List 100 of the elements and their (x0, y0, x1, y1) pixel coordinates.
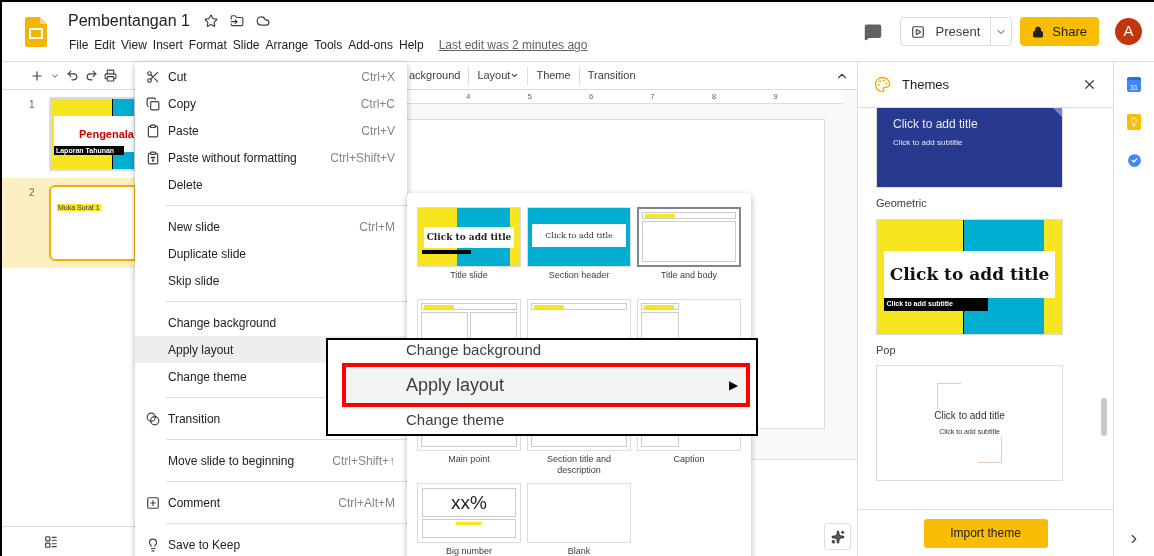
ruler-number: 6 (588, 90, 594, 103)
grid-view-icon[interactable] (44, 534, 58, 549)
cloud-icon[interactable] (255, 14, 270, 28)
copy-icon (146, 96, 160, 111)
toolbar-button[interactable]: ackground (409, 67, 461, 84)
layout-label: Section title and description (545, 454, 612, 476)
corner-bracket (978, 437, 1002, 463)
shortcut: Ctrl+Alt+M (338, 494, 395, 512)
clipboard-icon (146, 123, 160, 138)
menu-item[interactable]: Paste without formatting Ctrl+Shift+V (135, 144, 407, 171)
callout-menu-text: Change background (405, 341, 543, 359)
menu-bar-item[interactable]: Format (185, 36, 230, 54)
layout-option[interactable]: Click to add title (417, 207, 521, 267)
layout-label: Title and body (659, 270, 719, 281)
lock-icon (1032, 25, 1045, 38)
menu-bar-item[interactable]: Arrange (262, 36, 312, 54)
redo-icon[interactable] (85, 69, 98, 82)
ruler-number: 4 (466, 90, 471, 103)
tasks-icon[interactable] (1125, 152, 1143, 169)
sparkle-icon (830, 529, 845, 544)
menu-item[interactable]: Duplicate slide (135, 240, 407, 267)
layout-title: Click to add title (545, 229, 613, 242)
menu-item[interactable]: Save to Keep (135, 531, 407, 556)
ruler-number: 8 (711, 90, 717, 103)
menu-item[interactable]: Change background (135, 309, 407, 336)
menu-item[interactable]: Move slide to beginning Ctrl+Shift+↑ (135, 447, 407, 474)
shortcut: Ctrl+V (361, 122, 395, 140)
themes-title: Themes (902, 75, 949, 94)
menu-bar-item[interactable]: Insert (149, 36, 186, 54)
comment-icon[interactable] (864, 22, 883, 41)
comment-plus-icon (146, 495, 160, 510)
menu-bar-item[interactable]: View (118, 36, 150, 54)
layout-label: Section header (547, 270, 611, 281)
menu-item[interactable]: Transition (135, 405, 407, 432)
slide-title: Pengenala (78, 126, 134, 142)
menu-item[interactable]: Cut Ctrl+X (135, 63, 407, 90)
toolbar-button[interactable]: Transition (587, 67, 636, 84)
star-icon[interactable] (203, 14, 218, 28)
theme-title: Click to add title (889, 263, 1050, 286)
undo-icon[interactable] (66, 69, 79, 82)
menu-bar-item[interactable]: Help (395, 36, 427, 54)
ruler-number: 9 (773, 90, 778, 103)
last-edit-link[interactable]: Last edit was 2 minutes ago (438, 36, 588, 54)
share-button[interactable]: Share (1020, 17, 1099, 46)
theme-title: Click to add title (893, 116, 979, 133)
layout-label: Main point (447, 454, 491, 465)
avatar[interactable]: A (1115, 18, 1142, 45)
corner-bracket (937, 383, 961, 409)
menu-bar-item[interactable]: Add-ons (345, 36, 396, 54)
menu-item[interactable]: New slide Ctrl+M (135, 213, 407, 240)
ruler-number: 7 (650, 90, 655, 103)
layout-option[interactable]: Click to add title (527, 207, 631, 267)
scissors-icon (146, 69, 160, 84)
print-icon[interactable] (104, 69, 117, 82)
submenu-arrow: ▶ (729, 377, 738, 394)
theme-title: Click to add title (934, 409, 1005, 424)
add-icon[interactable] (30, 68, 44, 83)
document-title[interactable]: Pembentangan 1 (68, 9, 190, 33)
menu-item[interactable]: Paste Ctrl+V (135, 117, 407, 144)
shortcut: Ctrl+C (360, 95, 395, 113)
shortcut: Ctrl+Shift+↑ (332, 452, 395, 470)
shortcut: Ctrl+M (359, 218, 395, 236)
lightbulb-icon (146, 537, 160, 552)
theme-subtitle: Click to add subtitle (893, 137, 964, 149)
slides-logo-icon (25, 16, 47, 47)
layout-label: Blank (566, 546, 592, 556)
menu-item[interactable]: Skip slide (135, 267, 407, 294)
import-theme-button[interactable]: Import theme (923, 518, 1048, 548)
clipboard-text-icon (146, 150, 160, 165)
shortcut: Ctrl+Shift+V (330, 149, 395, 167)
layout-option[interactable]: xx% (417, 483, 521, 543)
explore-button[interactable] (824, 523, 851, 550)
menu-bar-item[interactable]: Slide (229, 36, 263, 54)
scrollbar[interactable] (1101, 398, 1107, 436)
menu-bar-item[interactable]: File (66, 36, 92, 54)
layout-title: xx% (451, 493, 487, 512)
menu-bar-item[interactable]: Tools (311, 36, 346, 54)
slide-number: 1 (29, 98, 35, 112)
menu-bar-item[interactable]: Edit (91, 36, 119, 54)
play-icon (911, 24, 926, 39)
theme-name: Geometric (876, 196, 928, 211)
menu-item[interactable]: Copy Ctrl+C (135, 90, 407, 117)
layout-title: Click to add title (426, 230, 512, 244)
slide-number: 2 (29, 186, 35, 200)
layout-label: Title slide (449, 270, 489, 281)
palette-icon (874, 76, 891, 93)
shortcut: Ctrl+X (361, 68, 395, 86)
close-icon[interactable] (1082, 77, 1097, 92)
layout-label: Big number (445, 546, 493, 556)
theme-preview[interactable]: Click to add title Click to add subtitle (876, 108, 1063, 188)
circles-icon (146, 411, 160, 426)
menu-item[interactable]: Change theme (135, 363, 407, 390)
toolbar-button[interactable]: Layout (477, 67, 520, 84)
ruler-number: 5 (527, 90, 532, 103)
menu-item[interactable]: Delete (135, 171, 407, 198)
theme-name: Pop (876, 342, 897, 358)
menu-item[interactable]: Comment Ctrl+Alt+M (135, 489, 407, 516)
folder-icon[interactable] (229, 14, 244, 28)
callout-menu-text: Change theme (405, 411, 506, 429)
toolbar-button[interactable]: Theme (536, 67, 571, 84)
